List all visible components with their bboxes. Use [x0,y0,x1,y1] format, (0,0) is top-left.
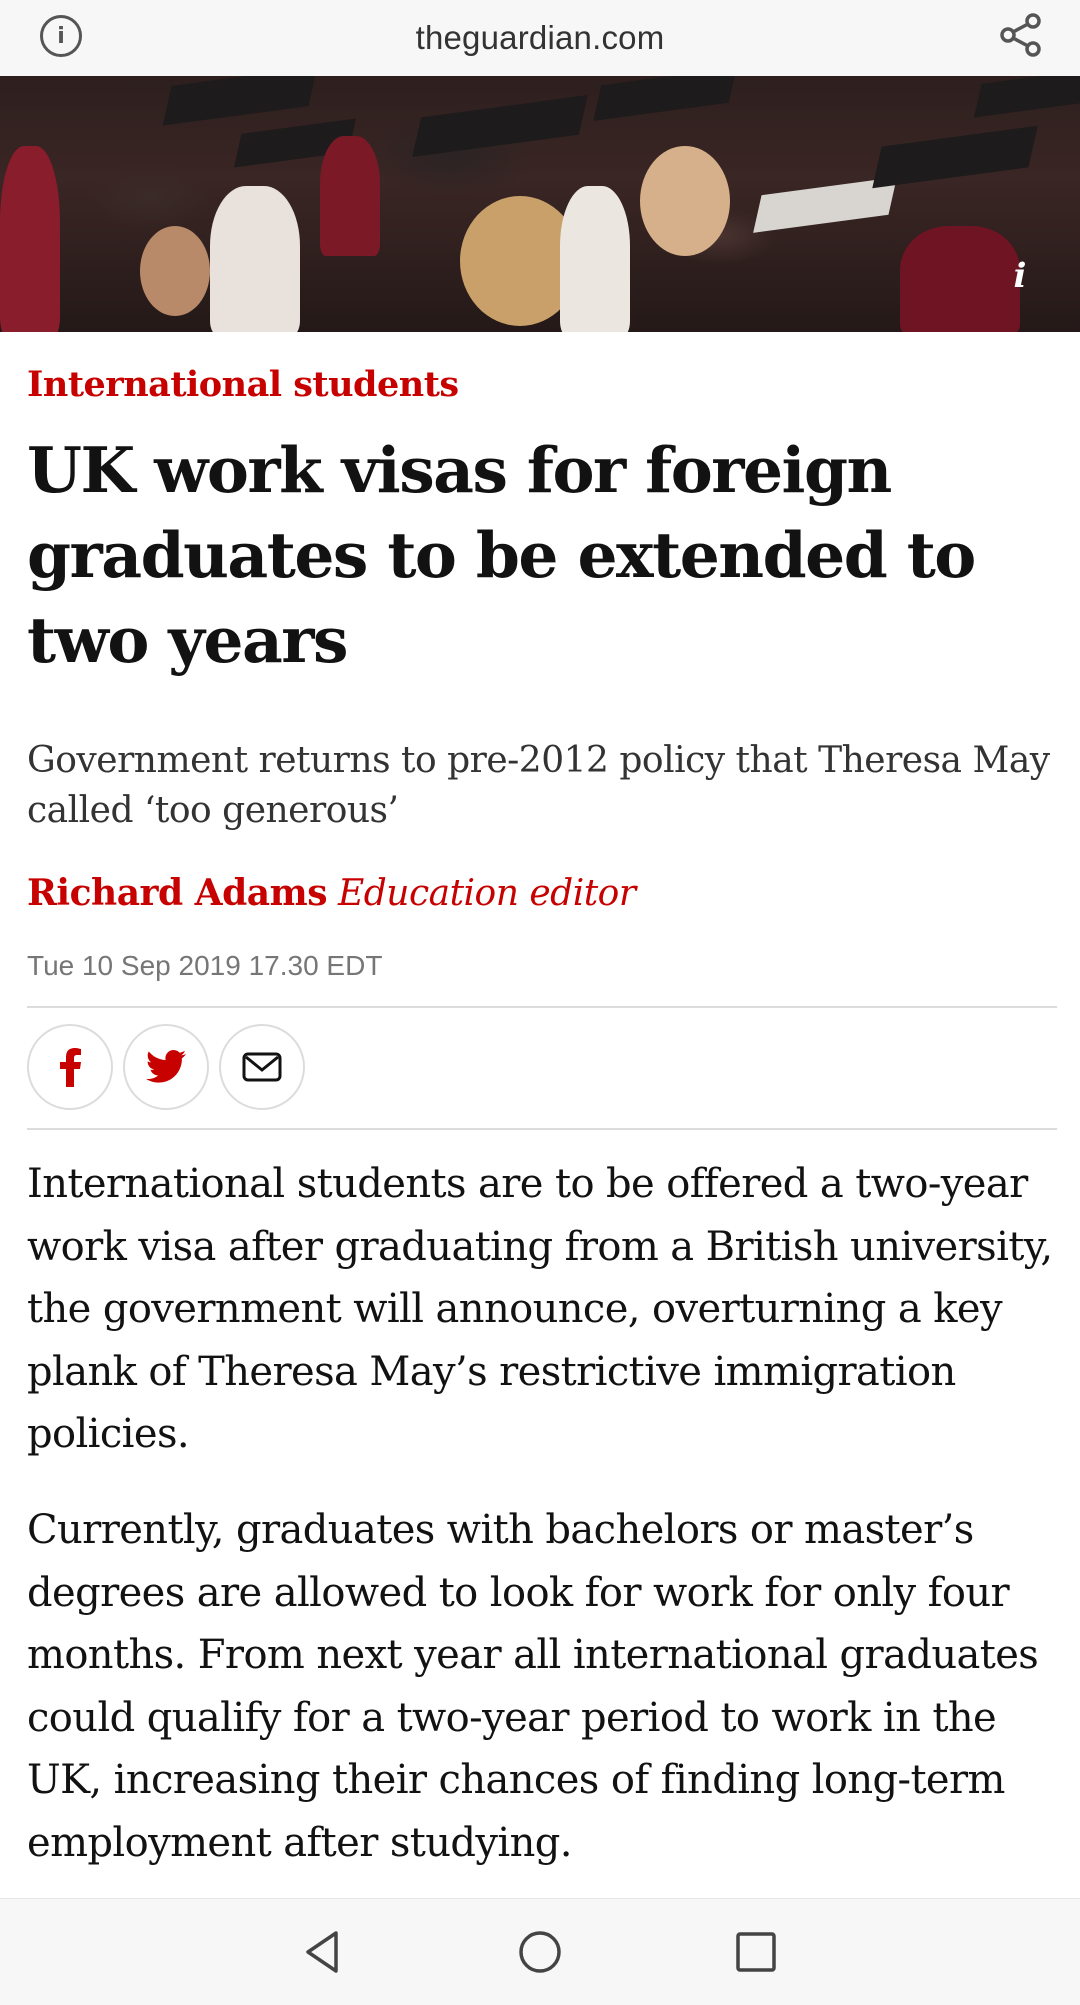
system-nav-bar [0,1898,1080,2005]
back-icon[interactable] [298,1927,348,1977]
section-kicker[interactable]: International students [27,364,459,405]
twitter-share-button[interactable] [123,1024,209,1110]
info-icon[interactable]: i [40,15,82,57]
standfirst: Government returns to pre-2012 policy th… [27,740,1050,831]
facebook-share-button[interactable] [27,1024,113,1110]
divider [27,1128,1057,1130]
share-icon[interactable] [998,12,1044,58]
image-info-icon[interactable]: i [1000,256,1040,296]
email-share-button[interactable] [219,1024,305,1110]
body-paragraph: Currently, graduates with bachelors or m… [27,1507,1039,1866]
author-name[interactable]: Richard Adams [27,872,327,914]
browser-top-bar: i theguardian.com [0,0,1080,76]
twitter-icon [146,1050,186,1083]
home-icon[interactable] [515,1927,565,1977]
hero-image: i [0,76,1080,332]
byline: Richard Adams Education editor [27,872,636,914]
share-buttons [27,1024,305,1110]
author-role: Education editor [337,873,636,914]
headline: UK work visas for foreign graduates to b… [27,433,976,677]
facebook-icon [60,1048,81,1087]
body-paragraph: International students are to be offered… [27,1161,1053,1457]
url-label[interactable]: theguardian.com [416,19,665,57]
email-icon [242,1052,282,1082]
recents-icon[interactable] [731,1927,781,1977]
publish-date: Tue 10 Sep 2019 17.30 EDT [27,950,383,981]
divider [27,1006,1057,1008]
